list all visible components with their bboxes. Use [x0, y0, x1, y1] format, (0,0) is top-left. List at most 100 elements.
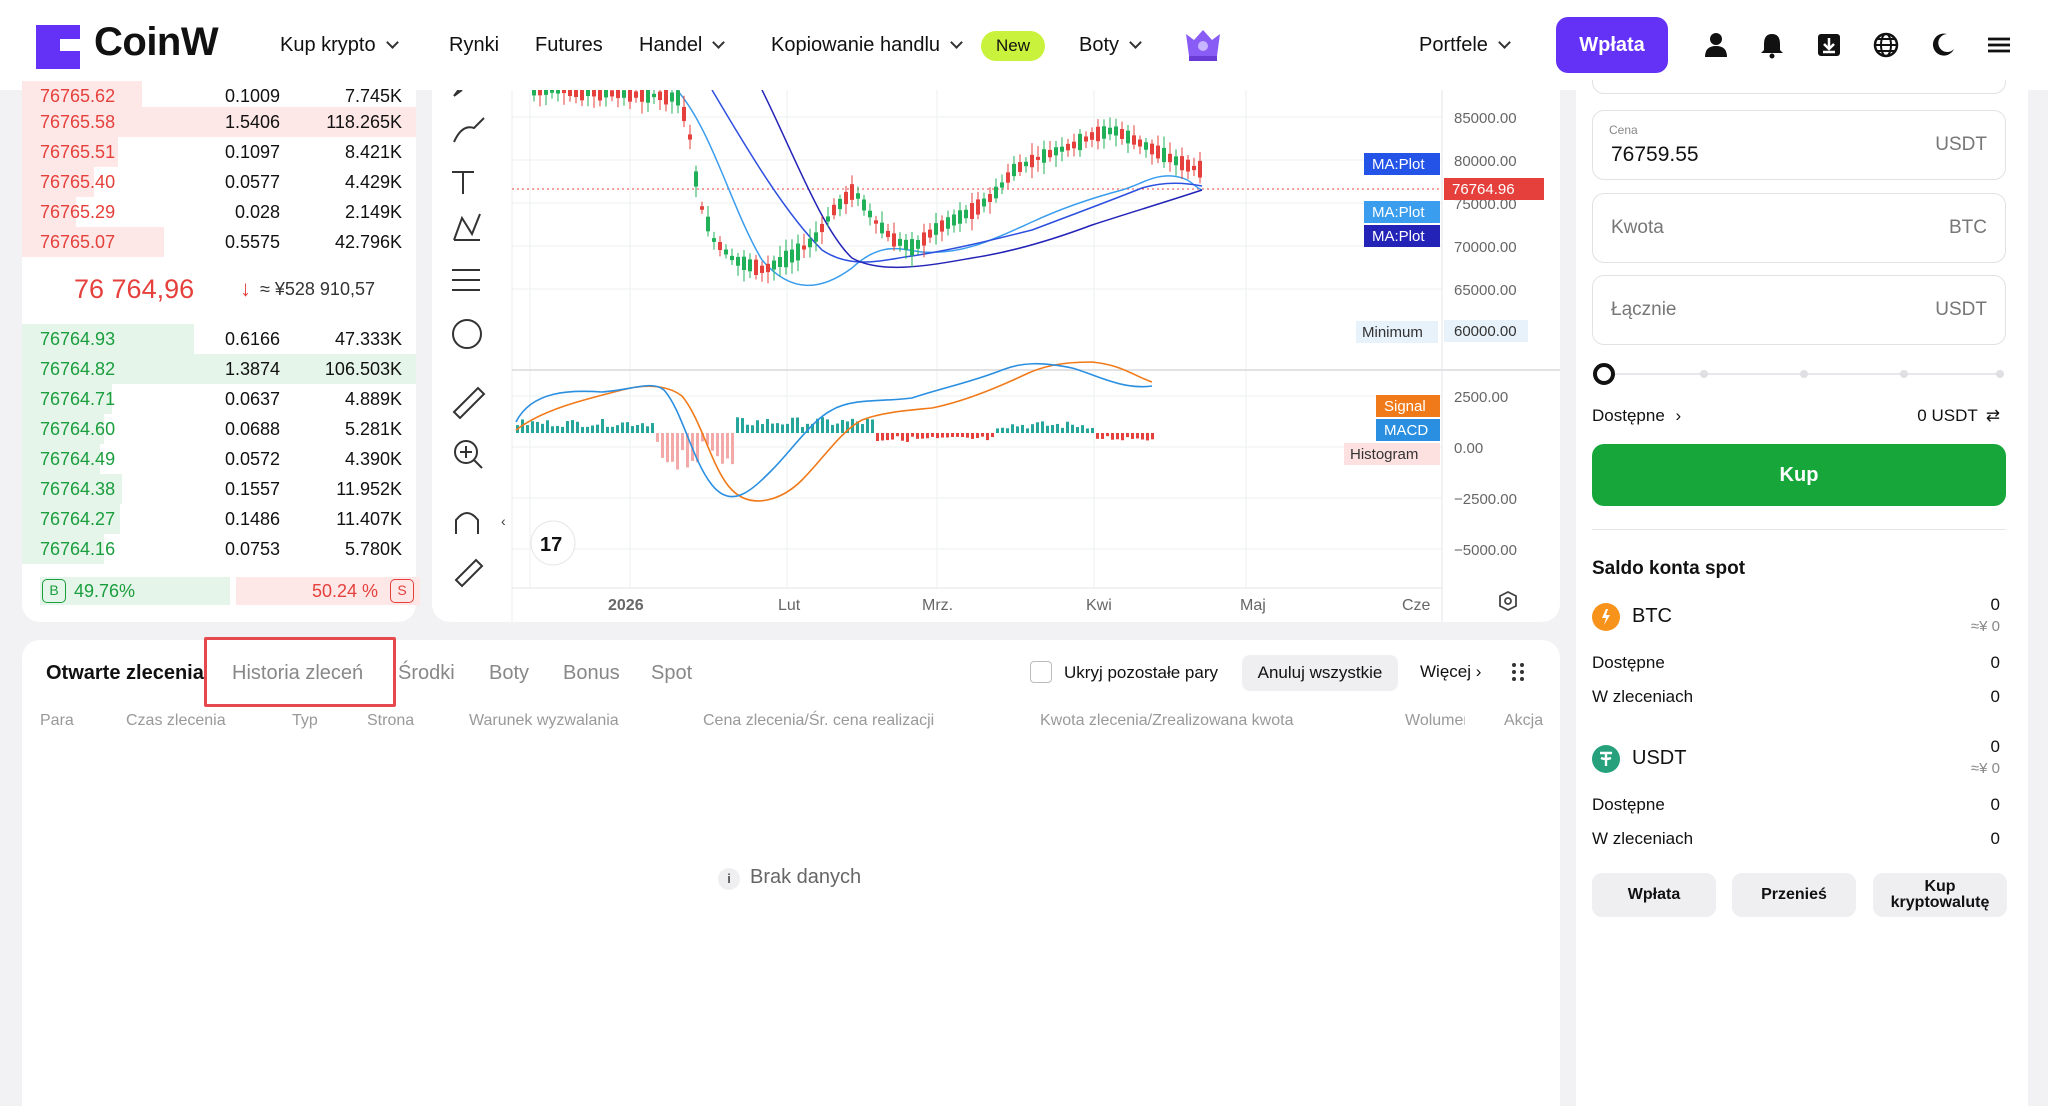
- user-icon[interactable]: [1702, 31, 1730, 59]
- hide-other-pairs-label[interactable]: Ukryj pozostałe pary: [1064, 663, 1218, 683]
- download-icon[interactable]: [1815, 31, 1843, 59]
- histogram-bar: [1036, 422, 1039, 433]
- ask-row[interactable]: 76765.51 0.1097 8.421K: [22, 137, 416, 167]
- buy-sell-ratio-bar: B 49.76% 50.24 % S: [40, 577, 420, 605]
- slider-step[interactable]: [1900, 370, 1908, 378]
- magnet-icon: [455, 512, 479, 534]
- amount-slider[interactable]: [1606, 370, 2004, 378]
- histogram-bar: [941, 433, 944, 438]
- column-header: Kwota zlecenia/Zrealizowana kwota: [1040, 712, 1294, 729]
- bid-row[interactable]: 76764.82 1.3874 106.503K: [22, 354, 416, 384]
- dark-mode-moon-icon[interactable]: [1929, 31, 1957, 59]
- candle-body: [946, 217, 950, 229]
- histogram-bar: [766, 419, 769, 433]
- tab-open-orders[interactable]: Otwarte zlecenia: [46, 662, 204, 685]
- bid-price: 76764.82: [40, 359, 116, 379]
- available-label[interactable]: Dostępne ›: [1592, 406, 1681, 426]
- candle-body: [832, 204, 836, 216]
- tab-spot[interactable]: Spot: [651, 662, 692, 685]
- cancel-all-button[interactable]: Anuluj wszystkie: [1242, 655, 1398, 691]
- histogram-bar: [991, 433, 994, 438]
- candle-body: [1030, 154, 1034, 168]
- histogram-bar: [661, 433, 664, 458]
- bell-icon[interactable]: [1758, 31, 1786, 59]
- tab-funds[interactable]: Środki: [398, 662, 455, 685]
- menu-hamburger-icon[interactable]: [1985, 31, 2013, 59]
- bid-row[interactable]: 76764.71 0.0637 4.889K: [22, 384, 416, 414]
- nav-buy-crypto[interactable]: Kup krypto: [280, 34, 399, 57]
- ask-row[interactable]: 76765.07 0.5575 42.796K: [22, 227, 416, 257]
- bid-row[interactable]: 76764.38 0.1557 11.952K: [22, 474, 416, 504]
- promo-event-icon[interactable]: [1182, 26, 1224, 64]
- bid-price: 76764.16: [40, 539, 116, 559]
- price-field[interactable]: Cena 76759.55 USDT: [1592, 110, 2006, 180]
- price-value[interactable]: 76759.55: [1611, 143, 1699, 167]
- deposit-button[interactable]: Wpłata: [1556, 17, 1668, 73]
- nav-futures[interactable]: Futures: [535, 34, 603, 57]
- candlestick-chart[interactable]: ‹ 85000.00 80000.00 75000.00 70000.00 65…: [432, 90, 1560, 622]
- chart-grid: [512, 90, 1442, 588]
- histogram-bar: [911, 433, 914, 437]
- page-scrollbar[interactable]: [2028, 90, 2048, 1106]
- candle-body: [1150, 143, 1154, 155]
- histogram-bar: [926, 433, 929, 439]
- bid-price: 76764.71: [40, 389, 116, 409]
- slider-step[interactable]: [1800, 370, 1808, 378]
- tab-bots[interactable]: Boty: [489, 662, 529, 685]
- histogram-bar: [616, 425, 619, 433]
- histogram-bar: [966, 433, 969, 438]
- buy-button[interactable]: Kup: [1592, 444, 2006, 506]
- hide-other-pairs-checkbox[interactable]: [1030, 661, 1052, 683]
- drag-handle-icon[interactable]: [1508, 660, 1528, 684]
- nav-copy-trading[interactable]: Kopiowanie handlu: [771, 34, 963, 57]
- time-label: Maj: [1240, 597, 1266, 614]
- candle-body: [892, 233, 896, 247]
- candle-body: [1144, 142, 1148, 150]
- deposit-button[interactable]: Wpłata: [1592, 873, 1716, 917]
- candle-body: [982, 198, 986, 207]
- nav-markets[interactable]: Rynki: [449, 34, 499, 57]
- histogram-bar: [1006, 428, 1009, 433]
- bid-row[interactable]: 76764.93 0.6166 47.333K: [22, 324, 416, 354]
- slider-step[interactable]: [1700, 370, 1708, 378]
- buy-crypto-button[interactable]: Kup kryptowalutę: [1873, 873, 2007, 917]
- candle-body: [568, 90, 572, 97]
- globe-icon[interactable]: [1872, 31, 1900, 59]
- histogram-bar: [801, 426, 804, 433]
- histogram-bar: [586, 426, 589, 433]
- bid-row[interactable]: 76764.16 0.0753 5.780K: [22, 534, 416, 564]
- candle-body: [856, 193, 860, 199]
- bid-row[interactable]: 76764.27 0.1486 11.407K: [22, 504, 416, 534]
- candle-body: [874, 220, 878, 224]
- brand-name[interactable]: CoinW: [94, 20, 219, 65]
- nav-trade[interactable]: Handel: [639, 34, 726, 57]
- bid-row[interactable]: 76764.49 0.0572 4.390K: [22, 444, 416, 474]
- ask-row[interactable]: 76765.29 0.028 2.149K: [22, 197, 416, 227]
- column-header: Strona: [367, 712, 415, 729]
- ask-row[interactable]: 76765.40 0.0577 4.429K: [22, 167, 416, 197]
- nav-wallets[interactable]: Portfele: [1419, 34, 1511, 57]
- price-chart-panel[interactable]: ‹ 85000.00 80000.00 75000.00 70000.00 65…: [432, 90, 1560, 622]
- amount-placeholder: Kwota: [1611, 217, 1664, 238]
- nav-bots[interactable]: Boty: [1079, 34, 1142, 57]
- chevron-down-icon: [385, 36, 399, 49]
- ask-row[interactable]: 76765.58 1.5406 118.265K: [22, 107, 416, 137]
- amount-field[interactable]: Kwota BTC: [1592, 193, 2006, 263]
- candle-body: [592, 90, 596, 97]
- more-link[interactable]: Więcej ›: [1420, 662, 1481, 682]
- transfer-button[interactable]: Przenieś: [1732, 873, 1856, 917]
- histogram-bar: [1001, 427, 1004, 433]
- text-tool-icon: [452, 171, 474, 194]
- slider-step[interactable]: [1996, 370, 2004, 378]
- tab-bonus[interactable]: Bonus: [563, 662, 620, 685]
- histogram-bar: [1051, 424, 1054, 433]
- candle-body: [1174, 156, 1178, 166]
- histogram-bar: [1151, 433, 1154, 440]
- transfer-icon[interactable]: ⇄: [1986, 406, 2000, 425]
- histogram-bar: [571, 420, 574, 433]
- total-field[interactable]: Łącznie USDT: [1592, 275, 2006, 345]
- ask-qty: 0.1097: [224, 142, 280, 162]
- bid-row[interactable]: 76764.60 0.0688 5.281K: [22, 414, 416, 444]
- slider-handle[interactable]: [1593, 363, 1615, 385]
- coinw-logo-icon[interactable]: [36, 21, 80, 69]
